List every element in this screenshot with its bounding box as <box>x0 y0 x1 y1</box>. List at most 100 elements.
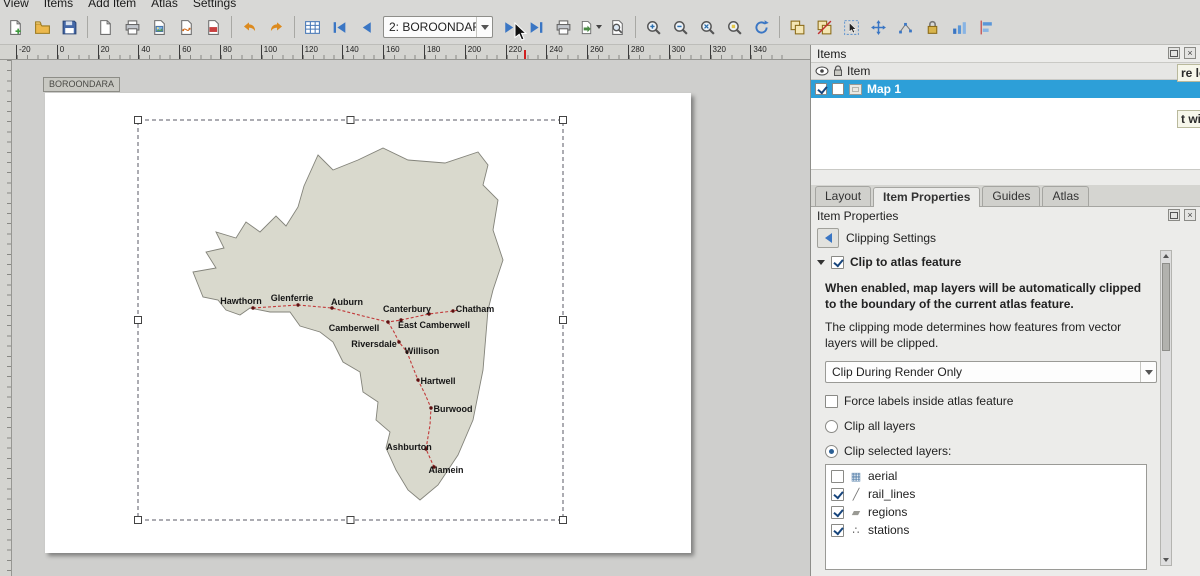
menu-atlas[interactable]: Atlas <box>151 0 178 10</box>
tab-guides[interactable]: Guides <box>982 186 1040 206</box>
panel-splitter[interactable] <box>811 170 1200 185</box>
layer-row[interactable]: aerial <box>826 467 1146 485</box>
layer-row[interactable]: regions <box>826 503 1146 521</box>
refresh-view-button[interactable] <box>748 14 775 41</box>
tab-item-properties[interactable]: Item Properties <box>873 187 980 207</box>
raise-items-button[interactable] <box>946 14 973 41</box>
align-items-button[interactable] <box>973 14 1000 41</box>
toolbar: 2: BOROONDARA <box>0 10 1200 45</box>
zoom-out-button[interactable] <box>667 14 694 41</box>
layer-type-icon <box>849 506 863 519</box>
menu-add-item[interactable]: Add Item <box>88 0 136 10</box>
ruler-tick: 240 <box>546 45 587 59</box>
layer-label: regions <box>868 505 907 519</box>
layer-checkbox[interactable] <box>831 524 844 537</box>
item-properties-title: Item Properties <box>817 209 898 223</box>
layer-label: rail_lines <box>868 487 915 501</box>
item-lock-checkbox[interactable] <box>832 83 844 95</box>
preview-atlas-button[interactable] <box>604 14 631 41</box>
back-button[interactable] <box>817 228 839 248</box>
zoom-in-button[interactable] <box>640 14 667 41</box>
items-panel-title: Items <box>817 47 846 61</box>
chevron-down-icon[interactable] <box>476 17 492 37</box>
clip-all-layers-row[interactable]: Clip all layers <box>825 419 1154 433</box>
print-atlas-button[interactable] <box>550 14 577 41</box>
atlas-feature-value: 2: BOROONDARA <box>384 20 476 34</box>
force-labels-row[interactable]: Force labels inside atlas feature <box>825 394 1154 408</box>
layout-canvas[interactable]: BOROONDARA <box>0 60 810 576</box>
chevron-down-icon <box>596 25 602 29</box>
layer-checkbox[interactable] <box>831 488 844 501</box>
close-panel-icon[interactable]: × <box>1184 209 1196 221</box>
atlas-feature-combo[interactable]: 2: BOROONDARA <box>383 16 493 38</box>
collapse-arrow-icon[interactable] <box>817 260 825 265</box>
float-panel-icon[interactable] <box>1168 47 1180 59</box>
ruler-tick: 160 <box>383 45 424 59</box>
item-label: Map 1 <box>867 82 901 96</box>
new-layout-button[interactable] <box>2 14 29 41</box>
station-label: Riversdale <box>351 339 397 349</box>
menu-view[interactable]: View <box>3 0 29 10</box>
clipping-mode-combo[interactable]: Clip During Render Only <box>825 361 1157 383</box>
group-items-button[interactable] <box>784 14 811 41</box>
tab-atlas[interactable]: Atlas <box>1042 186 1089 206</box>
ruler-tick: 0 <box>57 45 98 59</box>
ungroup-items-button[interactable] <box>811 14 838 41</box>
ruler-tick: 180 <box>424 45 465 59</box>
atlas-page-label: BOROONDARA <box>43 77 120 92</box>
layer-label: aerial <box>868 469 897 483</box>
layer-row[interactable]: stations <box>826 521 1146 539</box>
edit-nodes-button[interactable] <box>892 14 919 41</box>
layer-type-icon <box>849 488 863 501</box>
print-layout-button[interactable] <box>119 14 146 41</box>
layout-manager-button[interactable] <box>29 14 56 41</box>
layer-row[interactable]: rail_lines <box>826 485 1146 503</box>
clip-all-radio[interactable] <box>825 420 838 433</box>
horizontal-ruler: -20 0 20 40 60 80 100 120 <box>0 45 810 60</box>
clip-to-atlas-section-header[interactable]: Clip to atlas feature <box>811 251 1200 273</box>
duplicate-layout-button[interactable] <box>92 14 119 41</box>
export-pdf-button[interactable] <box>200 14 227 41</box>
layer-checkbox[interactable] <box>831 470 844 483</box>
force-labels-checkbox[interactable] <box>825 395 838 408</box>
save-project-button[interactable] <box>56 14 83 41</box>
item-row-map1[interactable]: Map 1 <box>811 80 1200 98</box>
scroll-down-icon[interactable] <box>1161 555 1171 565</box>
items-header-row: Item <box>811 62 1200 80</box>
breadcrumb: Clipping Settings <box>846 231 936 245</box>
layer-checkbox[interactable] <box>831 506 844 519</box>
panel-tabbar: Layout Item Properties Guides Atlas <box>811 185 1200 207</box>
layout-page: Hawthorn Glenferrie Auburn Camberwell Ea… <box>45 93 691 553</box>
undo-button[interactable] <box>236 14 263 41</box>
ruler-tick: 260 <box>587 45 628 59</box>
scroll-up-icon[interactable] <box>1161 251 1171 261</box>
clip-selected-radio[interactable] <box>825 445 838 458</box>
lock-items-button[interactable] <box>919 14 946 41</box>
station-label: Canterbury <box>383 304 431 314</box>
select-move-items-button[interactable] <box>838 14 865 41</box>
menu-settings[interactable]: Settings <box>193 0 236 10</box>
move-item-content-button[interactable] <box>865 14 892 41</box>
export-image-button[interactable] <box>146 14 173 41</box>
ruler-tick: 200 <box>465 45 506 59</box>
previous-feature-button[interactable] <box>353 14 380 41</box>
export-svg-button[interactable] <box>173 14 200 41</box>
first-feature-button[interactable] <box>326 14 353 41</box>
clip-selected-label: Clip selected layers: <box>844 444 951 458</box>
properties-scrollbar[interactable] <box>1160 250 1172 566</box>
redo-button[interactable] <box>263 14 290 41</box>
export-atlas-button[interactable] <box>577 14 604 41</box>
zoom-full-button[interactable] <box>694 14 721 41</box>
clip-selected-layers-row[interactable]: Clip selected layers: <box>825 444 1154 458</box>
tab-layout[interactable]: Layout <box>815 186 871 206</box>
scrollbar-thumb[interactable] <box>1162 263 1170 351</box>
zoom-actual-button[interactable] <box>721 14 748 41</box>
close-panel-icon[interactable]: × <box>1184 47 1196 59</box>
menu-items[interactable]: Items <box>44 0 73 10</box>
atlas-settings-button[interactable] <box>299 14 326 41</box>
chevron-down-icon[interactable] <box>1140 362 1156 382</box>
float-panel-icon[interactable] <box>1168 209 1180 221</box>
clip-to-atlas-checkbox[interactable] <box>831 256 844 269</box>
item-visibility-checkbox[interactable] <box>815 83 827 95</box>
toolbar-separator <box>87 16 88 38</box>
